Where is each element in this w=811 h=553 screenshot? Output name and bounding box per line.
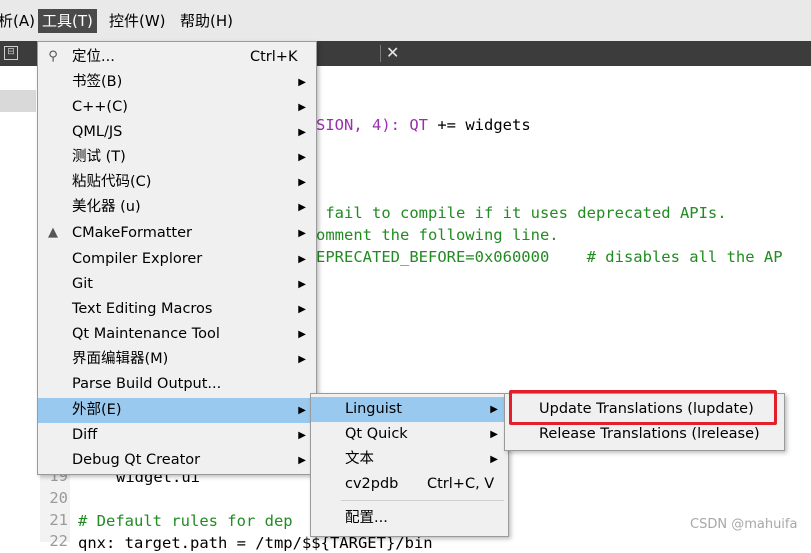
menu-item-label: 美化器 (u) [72, 199, 141, 215]
menu-item-label: C++(C) [72, 99, 128, 115]
code-token: SION, 4): [316, 116, 410, 134]
menu-item-label: 书签(B) [72, 74, 123, 90]
menu-item-label: Qt Maintenance Tool [72, 326, 220, 342]
menu-item-label: Git [72, 276, 93, 292]
menu-help[interactable]: 帮助(H) [176, 9, 237, 33]
menu-item-text[interactable]: 文本 ▶ [311, 447, 508, 472]
menu-item-diff[interactable]: Diff ▶ [38, 423, 316, 448]
search-icon: ⚲ [48, 49, 58, 64]
menu-item-shortcut: Ctrl+K [250, 49, 298, 65]
menu-item-label: Text Editing Macros [72, 301, 213, 317]
menu-analyze[interactable]: 析(A) [0, 9, 39, 33]
menu-item-label: 配置... [345, 510, 388, 526]
menu-item-bookmarks[interactable]: 书签(B) ▶ [38, 70, 316, 95]
watermark: CSDN @mahuifa [690, 517, 798, 532]
line-number: 22 [49, 532, 68, 550]
menu-tools[interactable]: 工具(T) [38, 9, 97, 33]
menu-item-label: 粘贴代码(C) [72, 174, 152, 190]
menu-item-beautifier[interactable]: 美化器 (u) ▶ [38, 195, 316, 220]
sidebar-selected-row[interactable] [0, 90, 36, 112]
menu-analyze-label: 析(A) [0, 12, 35, 30]
close-icon[interactable]: ✕ [386, 43, 399, 63]
tools-menu: ⚲ 定位... Ctrl+K 书签(B) ▶ C++(C) ▶ QML/JS ▶… [37, 41, 317, 475]
highlight-annotation-box [509, 390, 777, 425]
menu-item-cv2pdb[interactable]: cv2pdb Ctrl+C, V [311, 472, 508, 497]
menu-item-release-translations[interactable]: Release Translations (lrelease) [505, 422, 784, 447]
submenu-arrow-icon: ▶ [490, 454, 498, 465]
menu-item-cpp[interactable]: C++(C) ▶ [38, 95, 316, 120]
left-sidebar [0, 66, 36, 542]
menu-item-paste-code[interactable]: 粘贴代码(C) ▶ [38, 170, 316, 195]
menu-item-git[interactable]: Git ▶ [38, 272, 316, 297]
submenu-arrow-icon: ▶ [298, 77, 306, 88]
menu-item-label: Compiler Explorer [72, 251, 203, 267]
code-line: # Default rules for dep [78, 512, 293, 530]
menu-item-shortcut: Ctrl+C, V [427, 476, 495, 492]
menu-item-label: Debug Qt Creator [72, 452, 201, 468]
code-line: EPRECATED_BEFORE=0x060000 # disables all… [316, 248, 783, 266]
line-number: 20 [49, 489, 68, 507]
submenu-arrow-icon: ▶ [490, 429, 498, 440]
menu-item-qt-quick[interactable]: Qt Quick ▶ [311, 422, 508, 447]
menu-item-configure[interactable]: 配置... [311, 506, 508, 531]
menu-item-parse-build-output[interactable]: Parse Build Output... [38, 372, 316, 397]
code-token: += widgets [428, 116, 531, 134]
menu-item-label: Qt Quick [345, 426, 408, 442]
menu-item-label: 外部(E) [72, 402, 122, 418]
menu-item-qt-maintenance-tool[interactable]: Qt Maintenance Tool ▶ [38, 322, 316, 347]
menu-item-text-editing-macros[interactable]: Text Editing Macros ▶ [38, 297, 316, 322]
line-number: 21 [49, 511, 68, 529]
menu-separator [341, 500, 504, 501]
submenu-arrow-icon: ▶ [298, 228, 306, 239]
submenu-arrow-icon: ▶ [298, 430, 306, 441]
submenu-arrow-icon: ▶ [298, 102, 306, 113]
code-line: omment the following line. [316, 226, 559, 244]
menu-item-label: QML/JS [72, 124, 123, 140]
menu-bar: 析(A) 工具(T) 控件(W) 帮助(H) [0, 0, 811, 41]
menu-item-compiler-explorer[interactable]: Compiler Explorer ▶ [38, 247, 316, 272]
submenu-arrow-icon: ▶ [298, 254, 306, 265]
menu-item-linguist[interactable]: Linguist ▶ [311, 397, 508, 422]
menu-item-qmljs[interactable]: QML/JS ▶ [38, 120, 316, 145]
submenu-arrow-icon: ▶ [298, 405, 306, 416]
menu-item-label: Parse Build Output... [72, 376, 222, 392]
tab-separator [380, 45, 381, 62]
submenu-arrow-icon: ▶ [298, 455, 306, 466]
menu-item-test[interactable]: 测试 (T) ▶ [38, 145, 316, 170]
menu-item-debug-qt-creator[interactable]: Debug Qt Creator ▶ [38, 448, 316, 473]
menu-item-external[interactable]: 外部(E) ▶ [38, 398, 316, 423]
menu-widgets[interactable]: 控件(W) [105, 9, 170, 33]
submenu-arrow-icon: ▶ [298, 329, 306, 340]
menu-item-label: 界面编辑器(M) [72, 351, 169, 367]
external-submenu: Linguist ▶ Qt Quick ▶ 文本 ▶ cv2pdb Ctrl+C… [310, 393, 509, 537]
menu-item-label: Linguist [345, 401, 402, 417]
submenu-arrow-icon: ▶ [298, 304, 306, 315]
code-line: SION, 4): QT += widgets [316, 115, 531, 135]
code-line: fail to compile if it uses deprecated AP… [316, 204, 727, 222]
submenu-arrow-icon: ▶ [298, 202, 306, 213]
menu-item-label: 定位... [72, 49, 115, 65]
menu-item-label: 测试 (T) [72, 149, 126, 165]
menu-widgets-label: 控件(W) [109, 12, 166, 30]
menu-tools-label: 工具(T) [42, 12, 93, 30]
menu-item-label: CMakeFormatter [72, 225, 192, 241]
submenu-arrow-icon: ▶ [490, 404, 498, 415]
split-icon[interactable]: ⊟ [4, 46, 18, 60]
submenu-arrow-icon: ▶ [298, 127, 306, 138]
menu-help-label: 帮助(H) [180, 12, 233, 30]
menu-item-cmakeformatter[interactable]: ▲ CMakeFormatter ▶ [38, 221, 316, 246]
menu-item-label: 文本 [345, 451, 374, 467]
cmake-icon: ▲ [48, 225, 58, 240]
submenu-arrow-icon: ▶ [298, 177, 306, 188]
submenu-arrow-icon: ▶ [298, 279, 306, 290]
submenu-arrow-icon: ▶ [298, 354, 306, 365]
code-token: QT [409, 116, 428, 134]
submenu-arrow-icon: ▶ [298, 152, 306, 163]
menu-item-locate[interactable]: ⚲ 定位... Ctrl+K [38, 45, 316, 70]
menu-item-label: Diff [72, 427, 98, 443]
menu-item-label: cv2pdb [345, 476, 399, 492]
menu-item-label: Release Translations (lrelease) [539, 426, 760, 442]
menu-item-ui-designer[interactable]: 界面编辑器(M) ▶ [38, 347, 316, 372]
